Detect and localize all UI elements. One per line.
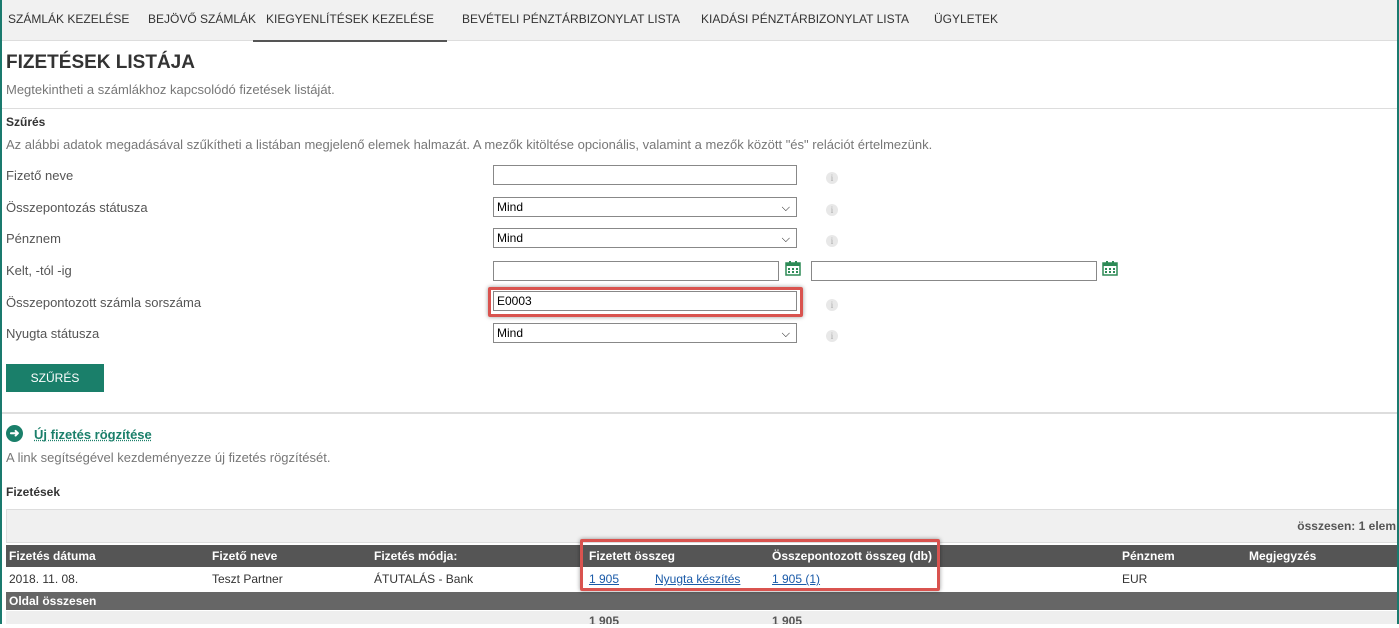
date-to-input[interactable]: [811, 261, 1097, 281]
col-note[interactable]: Megjegyzés: [1249, 549, 1316, 563]
new-payment-link-label[interactable]: Új fizetés rögzítése: [34, 427, 152, 442]
reconciliation-status-label: Összepontozás státusza: [6, 200, 148, 215]
info-icon[interactable]: i: [826, 235, 838, 247]
date-range-label: Kelt, -tól -ig: [6, 263, 72, 278]
highlight-box: [488, 287, 803, 317]
row-currency: EUR: [1122, 572, 1148, 586]
page-title: FIZETÉSEK LISTÁJA: [6, 52, 195, 73]
new-payment-description: A link segítségével kezdeményezze új fiz…: [6, 450, 331, 465]
page-total-bar: Oldal összesen: [6, 592, 1397, 610]
row-method: ÁTUTALÁS - Bank: [374, 572, 474, 586]
chevron-down-icon: ⌵: [781, 202, 790, 214]
calendar-icon[interactable]: [1102, 260, 1118, 276]
tab-kiegyenlitesek-kezelese[interactable]: KIEGYENLÍTÉSEK KEZELÉSE: [253, 0, 448, 42]
page-subtitle: Megtekintheti a számlákhoz kapcsolódó fi…: [6, 82, 335, 97]
receipt-status-value: Mind: [497, 326, 524, 340]
calendar-icon[interactable]: [785, 260, 801, 276]
top-navigation: SZÁMLÁK KEZELÉSE BEJÖVŐ SZÁMLÁK KIEGYENL…: [2, 0, 1397, 42]
tab-kiadasi-penztarbizonylat[interactable]: KIADÁSI PÉNZTÁRBIZONYLAT LISTA: [701, 0, 909, 40]
total-count: összesen: 1 elem: [1297, 519, 1396, 533]
col-payer-name[interactable]: Fizető neve: [212, 549, 277, 563]
col-currency[interactable]: Pénznem: [1122, 549, 1175, 563]
reconciliation-status-select[interactable]: Mind ⌵: [493, 197, 797, 217]
receipt-status-label: Nyugta státusza: [6, 326, 100, 341]
row-payer: Teszt Partner: [212, 572, 283, 586]
currency-select[interactable]: Mind ⌵: [493, 228, 797, 248]
payer-name-input[interactable]: [493, 165, 797, 185]
info-icon[interactable]: i: [826, 204, 838, 216]
currency-label: Pénznem: [6, 231, 61, 246]
filter-description: Az alábbi adatok megadásával szűkítheti …: [6, 137, 933, 152]
table-toolbar: összesen: 1 elem: [6, 509, 1397, 543]
reconciliation-status-value: Mind: [497, 200, 524, 214]
row-date: 2018. 11. 08.: [9, 572, 79, 586]
col-payment-date[interactable]: Fizetés dátuma: [9, 549, 96, 563]
filter-submit-button[interactable]: SZŰRÉS: [6, 364, 104, 392]
divider: [2, 412, 1397, 414]
tab-bejovo-szamlak[interactable]: BEJÖVŐ SZÁMLÁK: [148, 0, 256, 40]
payments-title: Fizetések: [6, 485, 61, 499]
chevron-down-icon: ⌵: [781, 328, 790, 340]
highlight-box: [580, 539, 940, 591]
filter-title: Szűrés: [6, 115, 46, 129]
page-total-label: Oldal összesen: [9, 594, 97, 608]
payer-name-label: Fizető neve: [6, 168, 74, 183]
date-from-input[interactable]: [493, 261, 779, 281]
info-icon[interactable]: i: [826, 172, 838, 184]
tab-bevételi-penztarbizonylat[interactable]: BEVÉTELI PÉNZTÁRBIZONYLAT LISTA: [462, 0, 680, 40]
page-total-row: 1 905 1 905: [6, 611, 1397, 624]
receipt-status-select[interactable]: Mind ⌵: [493, 323, 797, 343]
divider: [2, 108, 1397, 109]
page-total-reconciled: 1 905: [772, 614, 803, 624]
chevron-down-icon: ⌵: [781, 233, 790, 245]
page-total-paid: 1 905: [589, 614, 620, 624]
info-icon[interactable]: i: [826, 299, 838, 311]
info-icon[interactable]: i: [826, 330, 838, 342]
col-payment-method[interactable]: Fizetés módja:: [374, 549, 457, 563]
tab-szamlak-kezelese[interactable]: SZÁMLÁK KEZELÉSE: [8, 0, 129, 40]
tab-ugyletek[interactable]: ÜGYLETEK: [934, 0, 998, 40]
app-frame: SZÁMLÁK KEZELÉSE BEJÖVŐ SZÁMLÁK KIEGYENL…: [0, 0, 1399, 624]
arrow-right-icon: ➜: [6, 425, 23, 442]
invoice-number-label: Összepontozott számla sorszáma: [6, 295, 202, 310]
currency-value: Mind: [497, 231, 524, 245]
